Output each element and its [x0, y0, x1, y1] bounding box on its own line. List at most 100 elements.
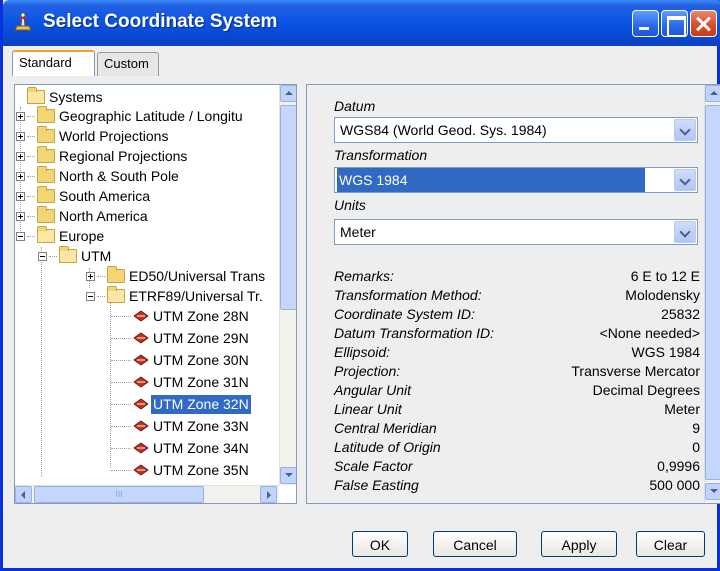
folder-icon — [37, 186, 55, 203]
tree-node-north-america[interactable]: North America — [15, 206, 285, 226]
expand-icon[interactable] — [16, 192, 25, 201]
tree-node-label: North America — [59, 208, 148, 224]
tree-node-utm-zone-32n[interactable]: UTM Zone 32N — [111, 395, 286, 414]
transformation-select[interactable]: WGS 1984 — [334, 167, 698, 193]
tree-node-label: UTM Zone 30N — [153, 352, 249, 368]
tree-node-label: UTM — [81, 248, 112, 264]
tree-node-label: UTM Zone 31N — [153, 374, 249, 390]
coordinate-system-icon — [133, 420, 149, 432]
coordinate-system-icon — [133, 464, 149, 476]
cancel-button[interactable]: Cancel — [433, 531, 517, 557]
clear-button[interactable]: Clear — [636, 531, 705, 557]
collapse-icon[interactable] — [86, 292, 95, 301]
collapse-icon[interactable] — [38, 252, 47, 261]
tree-node-utm-zone-29n[interactable]: UTM Zone 29N — [111, 329, 286, 348]
scroll-up-button[interactable] — [705, 85, 720, 102]
expand-icon[interactable] — [16, 112, 25, 121]
transformation-label: Transformation — [334, 147, 428, 163]
coordinate-system-icon — [133, 310, 149, 322]
property-value: Decimal Degrees — [592, 382, 700, 398]
apply-button[interactable]: Apply — [541, 531, 617, 557]
tree-node-utm-zone-34n[interactable]: UTM Zone 34N — [111, 439, 286, 458]
chevron-down-icon[interactable] — [674, 221, 696, 243]
tab-custom[interactable]: Custom — [97, 52, 159, 76]
property-row: Coordinate System ID: 25832 — [334, 306, 700, 325]
collapse-icon[interactable] — [16, 232, 25, 241]
tree-node-world-projections[interactable]: World Projections — [15, 126, 285, 146]
scroll-thumb[interactable]: III — [34, 486, 204, 503]
tree-node-utm-zone-35n[interactable]: UTM Zone 35N — [111, 461, 286, 480]
coordinate-system-icon — [133, 376, 149, 388]
tree-horizontal-scrollbar[interactable]: III — [15, 485, 279, 503]
coordinate-system-icon — [133, 442, 149, 454]
scroll-down-button[interactable] — [705, 483, 720, 500]
expand-icon[interactable] — [16, 212, 25, 221]
minimize-icon[interactable] — [632, 10, 659, 37]
tree-node-europe[interactable]: Europe — [15, 226, 285, 246]
details-vertical-scrollbar[interactable] — [704, 85, 720, 503]
property-value: Meter — [664, 401, 700, 417]
expand-icon[interactable] — [16, 152, 25, 161]
property-row: Angular Unit Decimal Degrees — [334, 382, 700, 401]
coordinate-system-icon — [133, 398, 149, 410]
scroll-thumb[interactable] — [705, 105, 720, 480]
tree-node-utm-zone-28n[interactable]: UTM Zone 28N — [111, 307, 286, 326]
tree-node-label: UTM Zone 28N — [153, 308, 249, 324]
tree-node-label: UTM Zone 34N — [153, 440, 249, 456]
property-value: Transverse Mercator — [571, 363, 700, 379]
close-icon[interactable] — [690, 10, 717, 37]
tab-standard[interactable]: Standard — [12, 50, 95, 76]
datum-label: Datum — [334, 98, 376, 114]
scroll-thumb[interactable] — [280, 105, 296, 310]
tree-node-utm-zone-33n[interactable]: UTM Zone 33N — [111, 417, 286, 436]
scroll-left-button[interactable] — [15, 486, 32, 503]
property-key: Latitude of Origin — [334, 439, 441, 455]
property-value: 6 E to 12 E — [630, 268, 700, 284]
tree-node-etrf89[interactable]: ETRF89/Universal Tr. — [85, 286, 285, 306]
tree-node-systems[interactable]: Systems — [27, 87, 287, 107]
property-value: 25832 — [661, 306, 700, 322]
datum-select[interactable]: WGS84 (World Geod. Sys. 1984) — [334, 117, 698, 143]
coordinate-system-details: Datum WGS84 (World Geod. Sys. 1984) Tran… — [306, 84, 720, 504]
property-key: Datum Transformation ID: — [334, 325, 495, 341]
scroll-right-button[interactable] — [260, 486, 277, 503]
property-key: Transformation Method: — [334, 287, 482, 303]
coordinate-system-tree[interactable]: Systems Geographic Latitude / Longitu Wo… — [14, 84, 297, 504]
property-value: Molodensky — [625, 287, 700, 303]
tree-node-utm[interactable]: UTM — [37, 246, 287, 266]
folder-open-icon — [27, 87, 45, 104]
tree-node-utm-zone-30n[interactable]: UTM Zone 30N — [111, 351, 286, 370]
expand-icon[interactable] — [16, 132, 25, 141]
property-key: Angular Unit — [334, 382, 412, 398]
expand-icon[interactable] — [16, 172, 25, 181]
folder-icon — [107, 266, 125, 283]
folder-open-icon — [107, 286, 125, 303]
scroll-up-button[interactable] — [280, 85, 296, 102]
property-key: Projection: — [334, 363, 401, 379]
title-bar[interactable]: Select Coordinate System — [3, 0, 720, 46]
ok-button[interactable]: OK — [352, 531, 408, 557]
tree-vertical-scrollbar[interactable] — [279, 85, 296, 485]
property-key: Linear Unit — [334, 401, 402, 417]
tree-node-label: Regional Projections — [59, 148, 188, 164]
tree-node-label: World Projections — [59, 128, 169, 144]
units-select[interactable]: Meter — [334, 219, 698, 245]
chevron-down-icon[interactable] — [674, 119, 696, 141]
property-key: Ellipsoid: — [334, 344, 391, 360]
tree-node-utm-zone-31n[interactable]: UTM Zone 31N — [111, 373, 286, 392]
property-row: Remarks: 6 E to 12 E — [334, 268, 700, 287]
tree-node-north-south-pole[interactable]: North & South Pole — [15, 166, 285, 186]
tree-node-geographic[interactable]: Geographic Latitude / Longitu — [15, 106, 285, 126]
maximize-icon[interactable] — [661, 10, 688, 37]
tree-node-regional-projections[interactable]: Regional Projections — [15, 146, 285, 166]
tab-standard-label: Standard — [19, 55, 72, 70]
coordinate-system-icon — [133, 332, 149, 344]
tree-node-label: ETRF89/Universal Tr. — [129, 288, 263, 304]
tree-node-ed50[interactable]: ED50/Universal Trans — [85, 266, 285, 286]
scroll-down-button[interactable] — [280, 467, 296, 484]
app-icon — [14, 12, 32, 31]
tree-node-label: North & South Pole — [59, 168, 179, 184]
tree-node-south-america[interactable]: South America — [15, 186, 285, 206]
expand-icon[interactable] — [86, 272, 95, 281]
chevron-down-icon[interactable] — [674, 169, 696, 191]
